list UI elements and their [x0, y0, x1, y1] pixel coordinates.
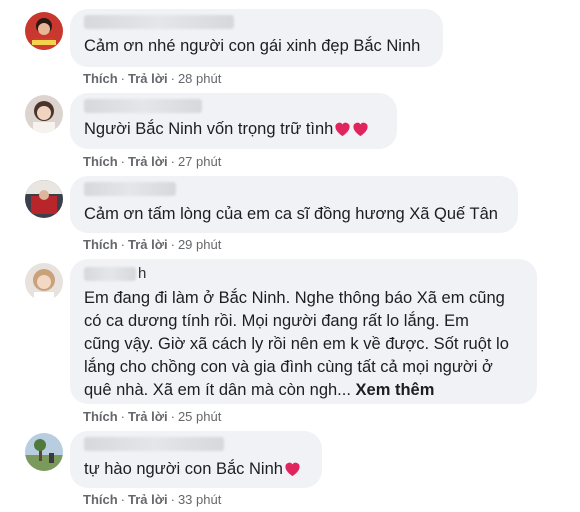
comment-actions: Thích · Trả lời · 33 phút: [83, 492, 221, 507]
avatar-image: [25, 95, 63, 133]
avatar[interactable]: [25, 263, 63, 301]
commenter-name-redacted[interactable]: [84, 267, 136, 281]
avatar[interactable]: [25, 12, 63, 50]
heart-icon: [353, 122, 368, 137]
comment-text-line: cũng vậy. Giờ xã cách ly rồi nên em k về…: [84, 335, 509, 353]
reply-button[interactable]: Trả lời: [128, 71, 168, 86]
avatar[interactable]: [25, 433, 63, 471]
reply-button[interactable]: Trả lời: [128, 492, 168, 507]
avatar[interactable]: [25, 95, 63, 133]
comment-actions: Thích · Trả lời · 29 phút: [83, 237, 221, 252]
comment-bubble: h Em đang đi làm ở Bắc Ninh. Nghe thông …: [70, 259, 537, 404]
comment-text-line: có ca dương tính rồi. Mọi người đang rất…: [84, 312, 469, 330]
like-button[interactable]: Thích: [83, 492, 118, 507]
separator: ·: [170, 492, 175, 507]
comment-text-line: quê nhà. Xã em ít dân mà còn ngh... Xem …: [84, 379, 434, 402]
comment-text-body: tự hào người con Bắc Ninh: [84, 460, 283, 478]
comment-text-body: Người Bắc Ninh vốn trọng trữ tình: [84, 120, 334, 138]
separator: ·: [170, 409, 175, 424]
commenter-name-suffix: h: [138, 265, 147, 282]
see-more-link[interactable]: Xem thêm: [356, 381, 435, 399]
avatar-image: [25, 180, 63, 218]
comment-actions: Thích · Trả lời · 25 phút: [83, 409, 221, 424]
comment-actions: Thích · Trả lời · 28 phút: [83, 71, 221, 86]
reply-button[interactable]: Trả lời: [128, 154, 168, 169]
commenter-name-redacted[interactable]: [84, 182, 176, 196]
avatar-image: [25, 433, 63, 471]
separator: ·: [170, 237, 175, 252]
comment-bubble: Cảm ơn nhé người con gái xinh đẹp Bắc Ni…: [70, 9, 443, 67]
heart-icon: [335, 122, 350, 137]
comment-bubble: Cảm ơn tấm lòng của em ca sĩ đồng hương …: [70, 176, 518, 233]
comment-text: tự hào người con Bắc Ninh: [84, 458, 301, 481]
comment-bubble: Người Bắc Ninh vốn trọng trữ tình: [70, 93, 397, 149]
comment-time[interactable]: 29 phút: [178, 237, 221, 252]
separator: ·: [120, 409, 126, 424]
commenter-name-redacted[interactable]: [84, 99, 202, 113]
avatar[interactable]: [25, 180, 63, 218]
comment-bubble: tự hào người con Bắc Ninh: [70, 431, 322, 488]
avatar-image: [25, 12, 63, 50]
comment-time[interactable]: 25 phút: [178, 409, 221, 424]
like-button[interactable]: Thích: [83, 237, 118, 252]
like-button[interactable]: Thích: [83, 154, 118, 169]
commenter-name-redacted[interactable]: [84, 437, 224, 451]
comment-time[interactable]: 33 phút: [178, 492, 221, 507]
comment-text: Cảm ơn nhé người con gái xinh đẹp Bắc Ni…: [84, 37, 421, 55]
like-button[interactable]: Thích: [83, 409, 118, 424]
comment-text: Cảm ơn tấm lòng của em ca sĩ đồng hương …: [84, 205, 498, 223]
comment-actions: Thích · Trả lời · 27 phút: [83, 154, 221, 169]
comment-time[interactable]: 28 phút: [178, 71, 221, 86]
separator: ·: [120, 71, 126, 86]
reply-button[interactable]: Trả lời: [128, 237, 168, 252]
avatar-image: [25, 263, 63, 301]
separator: ·: [120, 154, 126, 169]
separator: ·: [170, 154, 175, 169]
comment-text-body: quê nhà. Xã em ít dân mà còn ngh...: [84, 381, 351, 399]
commenter-name-redacted[interactable]: [84, 15, 234, 29]
comment-text-line: lắng cho chồng con và gia đình cùng tất …: [84, 358, 493, 376]
heart-icon: [285, 462, 300, 477]
separator: ·: [120, 492, 126, 507]
comment-text: Người Bắc Ninh vốn trọng trữ tình: [84, 118, 369, 141]
separator: ·: [170, 71, 175, 86]
comment-time[interactable]: 27 phút: [178, 154, 221, 169]
reply-button[interactable]: Trả lời: [128, 409, 168, 424]
comment-text-line: Em đang đi làm ở Bắc Ninh. Nghe thông bá…: [84, 289, 505, 307]
like-button[interactable]: Thích: [83, 71, 118, 86]
separator: ·: [120, 237, 126, 252]
